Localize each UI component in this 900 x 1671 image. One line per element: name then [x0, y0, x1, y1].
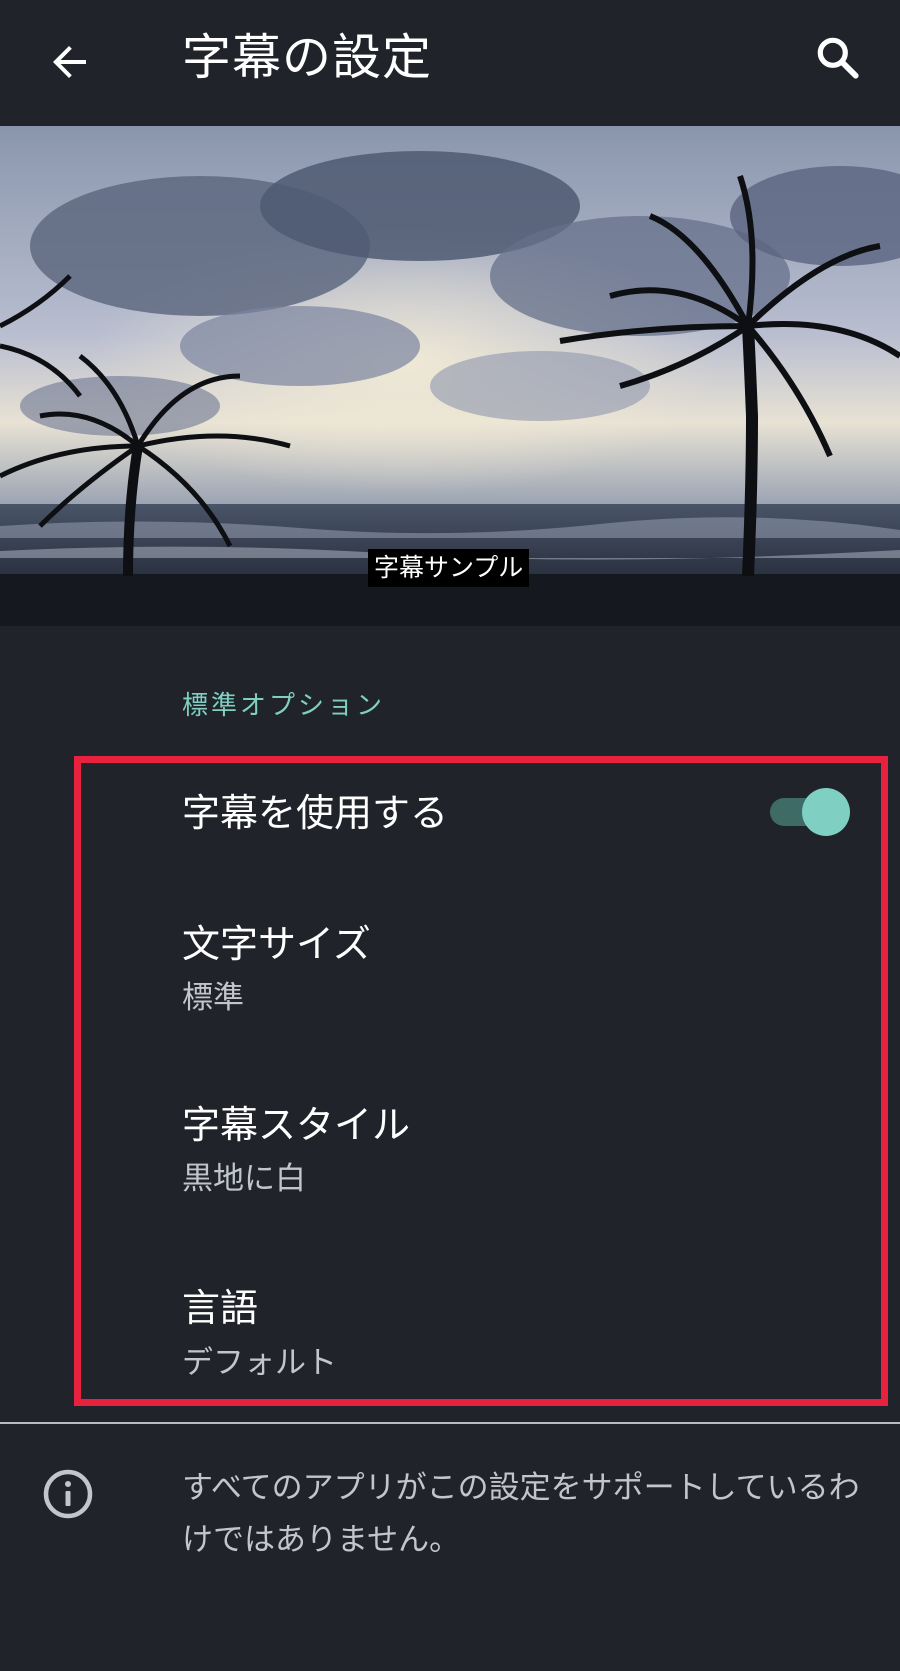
caption-style-row[interactable]: 字幕スタイル 黒地に白: [0, 1085, 900, 1215]
divider: [0, 1422, 900, 1424]
arrow-back-icon: [53, 46, 86, 78]
info-icon: [43, 1469, 93, 1519]
app-bar: 字幕の設定: [0, 0, 900, 126]
language-value: デフォルト: [182, 1345, 337, 1381]
toggle-thumb: [802, 788, 850, 836]
back-button[interactable]: [30, 22, 110, 102]
caption-style-title: 字幕スタイル: [182, 1103, 411, 1147]
text-size-value: 標準: [182, 980, 244, 1016]
search-button[interactable]: [798, 18, 878, 98]
search-icon: [817, 37, 859, 79]
page-title: 字幕の設定: [182, 29, 433, 86]
language-title: 言語: [182, 1286, 259, 1330]
section-header: 標準オプション: [182, 691, 386, 721]
use-captions-toggle[interactable]: [770, 788, 854, 836]
caption-style-value: 黒地に白: [182, 1161, 306, 1197]
use-captions-title: 字幕を使用する: [182, 791, 449, 835]
use-captions-row[interactable]: 字幕を使用する: [0, 770, 900, 860]
text-size-row[interactable]: 文字サイズ 標準: [0, 905, 900, 1035]
text-size-title: 文字サイズ: [182, 922, 371, 966]
caption-sample-text: 字幕サンプル: [368, 549, 530, 587]
language-row[interactable]: 言語 デフォルト: [0, 1265, 900, 1395]
caption-preview: 字幕サンプル: [0, 126, 900, 626]
info-text: すべてのアプリがこの設定をサポートしているわけではありません。: [182, 1470, 860, 1558]
